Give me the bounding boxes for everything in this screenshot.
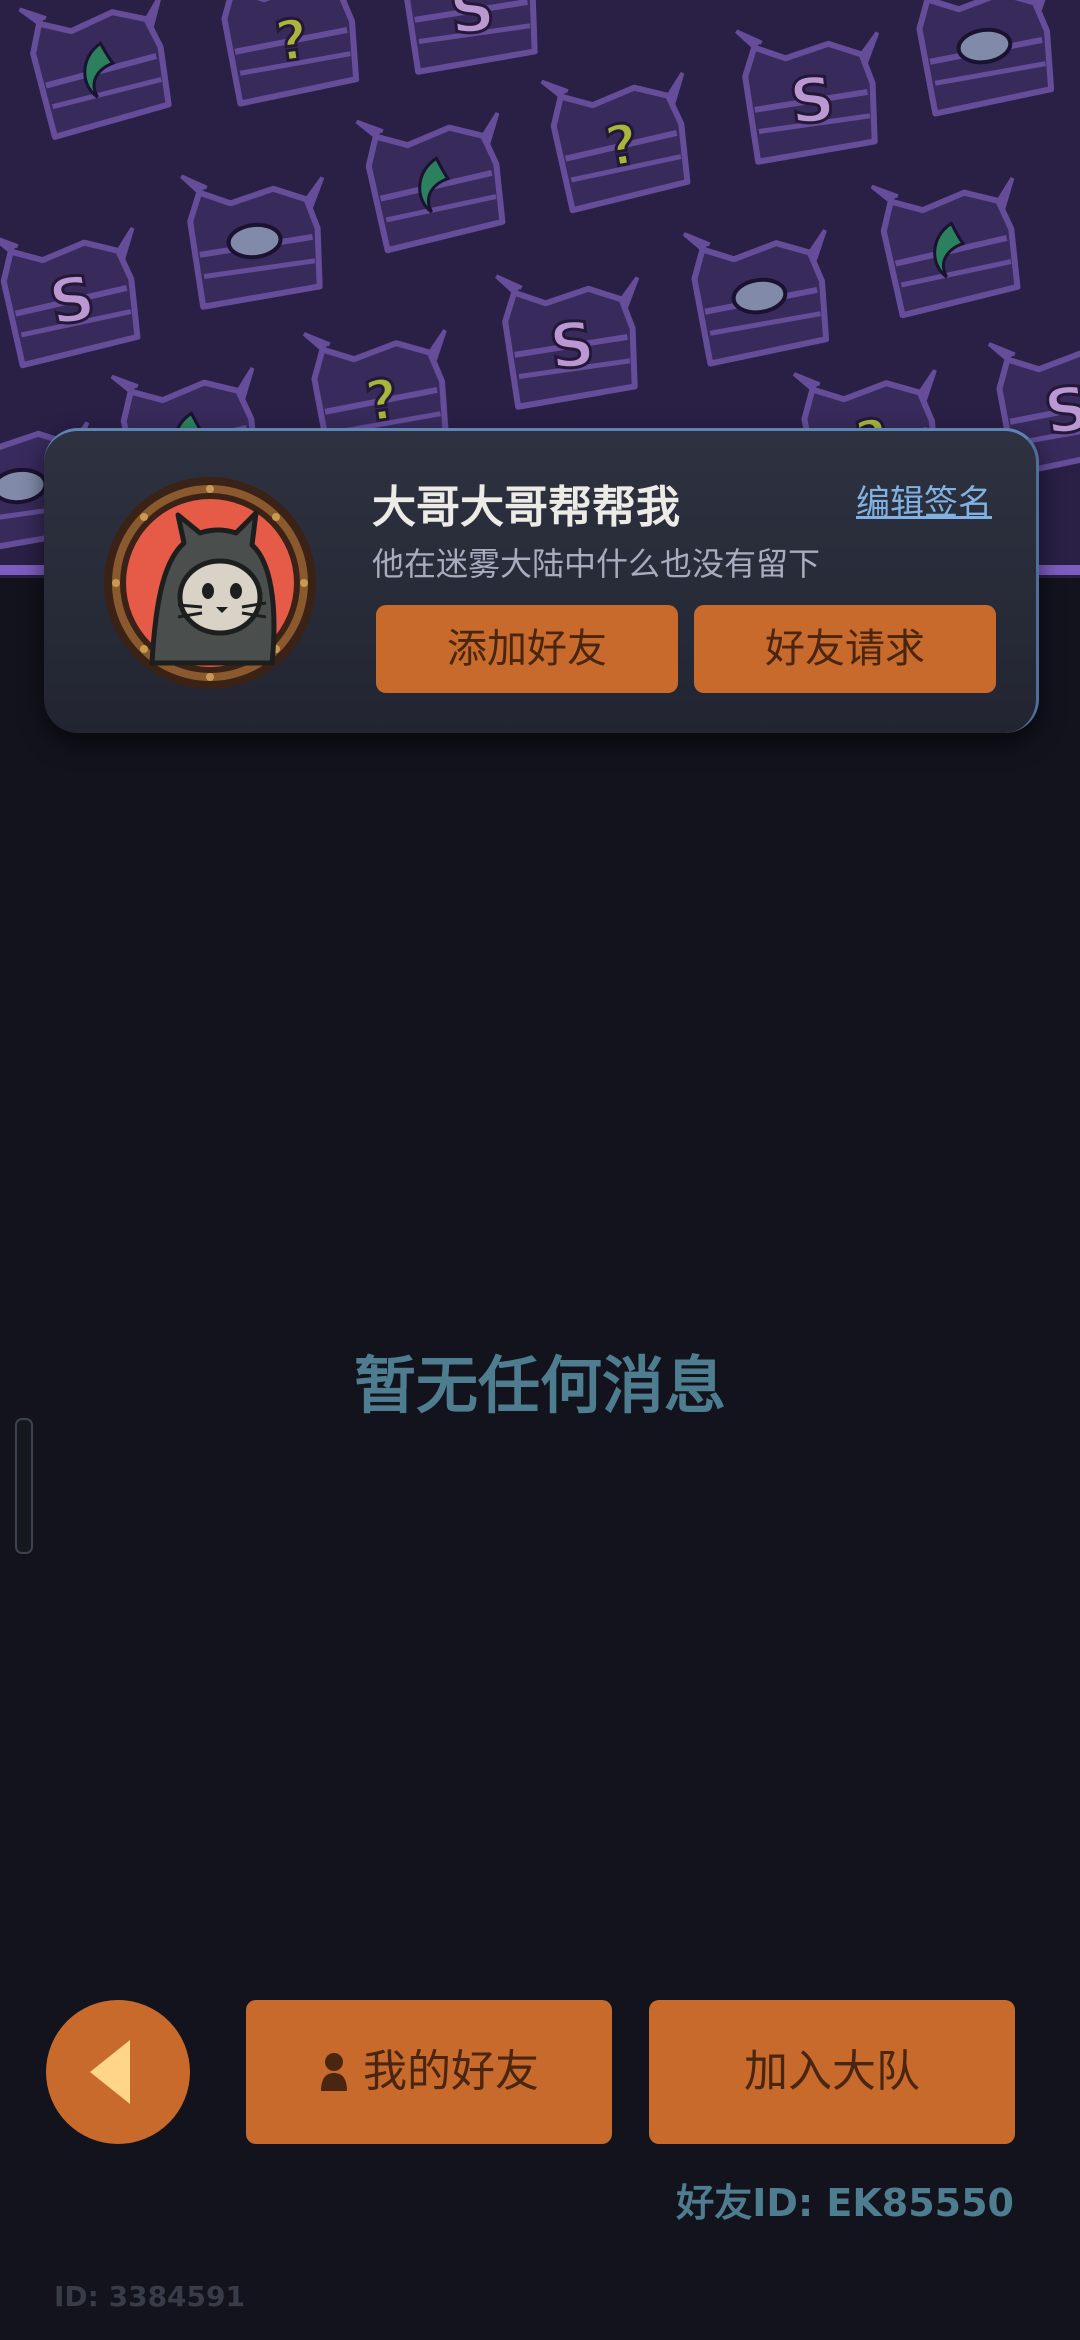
empty-messages-text: 暂无任何消息	[353, 1349, 726, 1422]
add-friend-button[interactable]: 添加好友	[376, 605, 678, 693]
person-icon	[321, 2053, 347, 2091]
avatar[interactable]	[100, 473, 320, 693]
join-team-button[interactable]: 加入大队	[649, 2000, 1015, 2144]
back-arrow-icon	[90, 2040, 130, 2104]
friends-page: S ?	[0, 0, 1080, 2340]
my-friends-button[interactable]: 我的好友	[246, 2000, 612, 2144]
friend-id-text: 好友ID: EK85550	[676, 2181, 1014, 2225]
side-scroll-handle[interactable]	[15, 1418, 33, 1554]
my-friends-label: 我的好友	[363, 2046, 539, 2097]
edit-signature-link[interactable]: 编辑签名	[856, 475, 992, 524]
profile-username: 大哥大哥帮帮我	[372, 482, 680, 533]
back-button[interactable]	[46, 2000, 190, 2144]
profile-card: 大哥大哥帮帮我 编辑签名 他在迷雾大陆中什么也没有留下 添加好友 好友请求	[44, 428, 1039, 733]
profile-signature: 他在迷雾大陆中什么也没有留下	[372, 545, 821, 583]
user-id-text: ID: 3384591	[54, 2280, 245, 2313]
hooded-cat-avatar-icon	[104, 477, 316, 689]
friend-request-button[interactable]: 好友请求	[694, 605, 996, 693]
